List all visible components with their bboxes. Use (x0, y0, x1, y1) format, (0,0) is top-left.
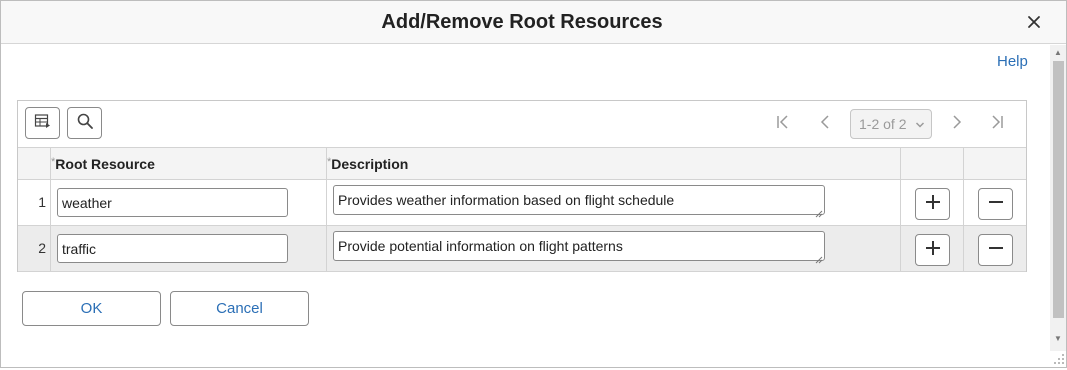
root-resources-grid: 1-2 of 2 *Root Resource *Description 1 w… (17, 100, 1027, 272)
scroll-down-icon[interactable]: ▼ (1053, 334, 1063, 344)
resize-grip-icon[interactable] (815, 205, 823, 218)
plus-icon (924, 193, 942, 216)
help-link[interactable]: Help (997, 53, 1028, 70)
delete-row-button[interactable] (978, 188, 1013, 220)
column-header-description: *Description (326, 148, 900, 180)
resize-handle-icon[interactable] (1053, 352, 1065, 364)
add-row-button[interactable] (915, 234, 950, 266)
dialog-title: Add/Remove Root Resources (381, 11, 663, 33)
root-resource-input[interactable]: traffic (57, 234, 288, 263)
description-cell: Provides weather information based on fl… (326, 180, 900, 225)
minus-icon (987, 193, 1005, 216)
last-page-icon[interactable] (988, 113, 1006, 133)
find-icon (76, 112, 94, 135)
chevron-down-icon (915, 117, 925, 133)
dialog-header: Add/Remove Root Resources (1, 1, 1066, 44)
description-textarea[interactable]: Provides weather information based on fl… (333, 185, 825, 218)
description-cell: Provide potential information on flight … (326, 226, 900, 271)
column-header-label: Description (331, 156, 409, 172)
table-header: *Root Resource *Description (18, 147, 1026, 180)
root-resource-cell: weather (50, 180, 326, 225)
row-number: 2 (38, 240, 46, 256)
description-text: Provide potential information on flight … (338, 238, 623, 254)
column-header-label: Root Resource (55, 156, 155, 172)
column-header-add (900, 148, 963, 180)
row-number: 1 (38, 194, 46, 210)
page-selector-label: 1-2 of 2 (859, 116, 907, 132)
first-page-icon[interactable] (774, 113, 792, 133)
vertical-scrollbar[interactable]: ▲ ▼ (1050, 45, 1066, 351)
add-row-button[interactable] (915, 188, 950, 220)
scroll-thumb[interactable] (1053, 61, 1064, 318)
previous-page-icon[interactable] (816, 113, 834, 133)
root-resource-cell: traffic (50, 226, 326, 271)
next-page-icon[interactable] (948, 113, 966, 133)
table-row: 2 traffic Provide potential information … (18, 226, 1026, 272)
personalize-grid-button[interactable] (25, 107, 60, 139)
personalize-grid-icon (34, 113, 52, 134)
cancel-button[interactable]: Cancel (170, 291, 309, 326)
grid-toolbar: 1-2 of 2 (18, 101, 1026, 147)
minus-icon (987, 239, 1005, 262)
column-header-root-resource: *Root Resource (50, 148, 326, 180)
column-header-delete (963, 148, 1026, 180)
add-cell (900, 180, 963, 225)
add-cell (900, 226, 963, 271)
root-resource-input[interactable]: weather (57, 188, 288, 217)
modal-dialog: Add/Remove Root Resources Help 1-2 of 2 … (0, 0, 1067, 368)
plus-icon (924, 239, 942, 262)
delete-cell (963, 226, 1026, 271)
description-text: Provides weather information based on fl… (338, 192, 675, 208)
description-textarea[interactable]: Provide potential information on flight … (333, 231, 825, 264)
page-selector[interactable]: 1-2 of 2 (850, 109, 932, 139)
ok-button[interactable]: OK (22, 291, 161, 326)
delete-cell (963, 180, 1026, 225)
scroll-up-icon[interactable]: ▲ (1053, 48, 1063, 58)
delete-row-button[interactable] (978, 234, 1013, 266)
table-row: 1 weather Provides weather information b… (18, 180, 1026, 226)
resize-grip-icon[interactable] (815, 251, 823, 264)
find-button[interactable] (67, 107, 102, 139)
close-icon[interactable] (1023, 11, 1045, 33)
